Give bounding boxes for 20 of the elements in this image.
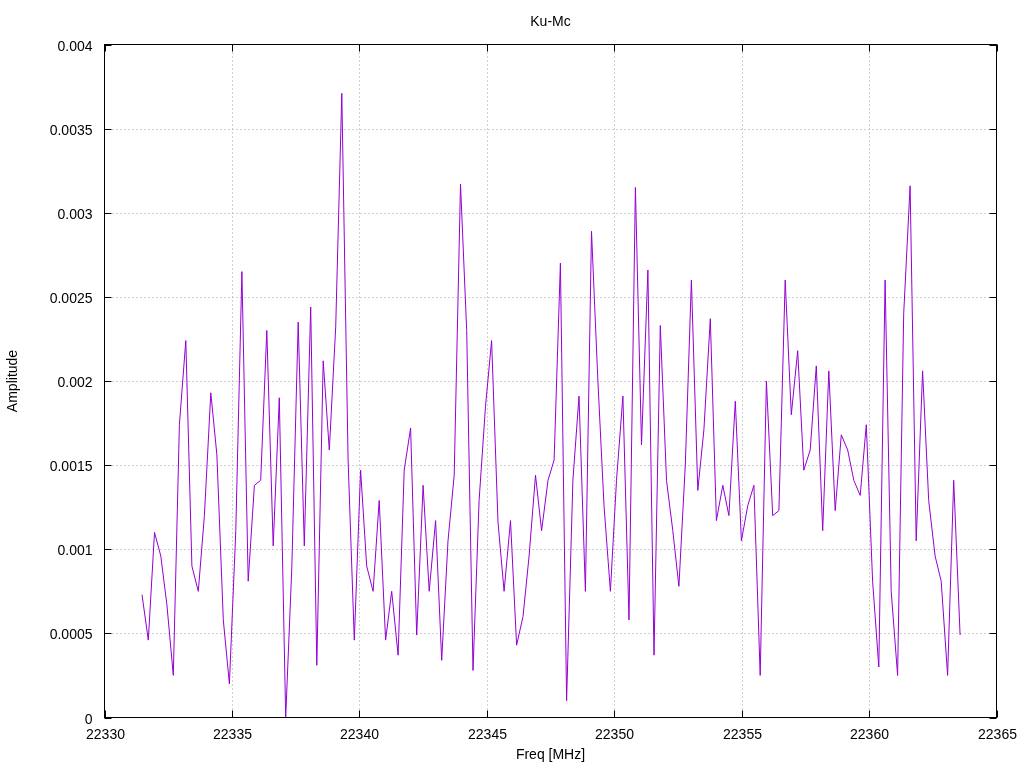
axis-tick-label: 22335: [213, 725, 252, 742]
axis-title: Amplitude: [4, 349, 20, 413]
axis-tick-label: 22365: [978, 725, 1017, 742]
axis-tick-label: 22330: [86, 725, 125, 742]
axis-tick-label: 0.004: [57, 37, 93, 54]
axis-tick-label: 22345: [468, 725, 507, 742]
axis-tick-label: 0: [84, 710, 93, 727]
axis-tick-label: 22360: [850, 725, 889, 742]
axis-tick-label: 0.002: [57, 373, 93, 390]
axis-tick-label: 22340: [340, 725, 379, 742]
axis-tick-label: 0.0035: [49, 121, 93, 138]
axis-tick-label: 22350: [595, 725, 634, 742]
axis-tick-label: 0.0005: [49, 625, 93, 642]
axis-tick-label: 22355: [723, 725, 762, 742]
axis-tick-label: 0.0015: [49, 457, 93, 474]
axis-tick-label: 0.0025: [49, 289, 93, 306]
axis-title: Freq [MHz]: [515, 746, 586, 762]
chart-title: Ku-Mc: [530, 13, 571, 29]
axis-tick-label: 0.001: [57, 541, 93, 558]
axis-tick-label: 0.003: [57, 205, 93, 222]
